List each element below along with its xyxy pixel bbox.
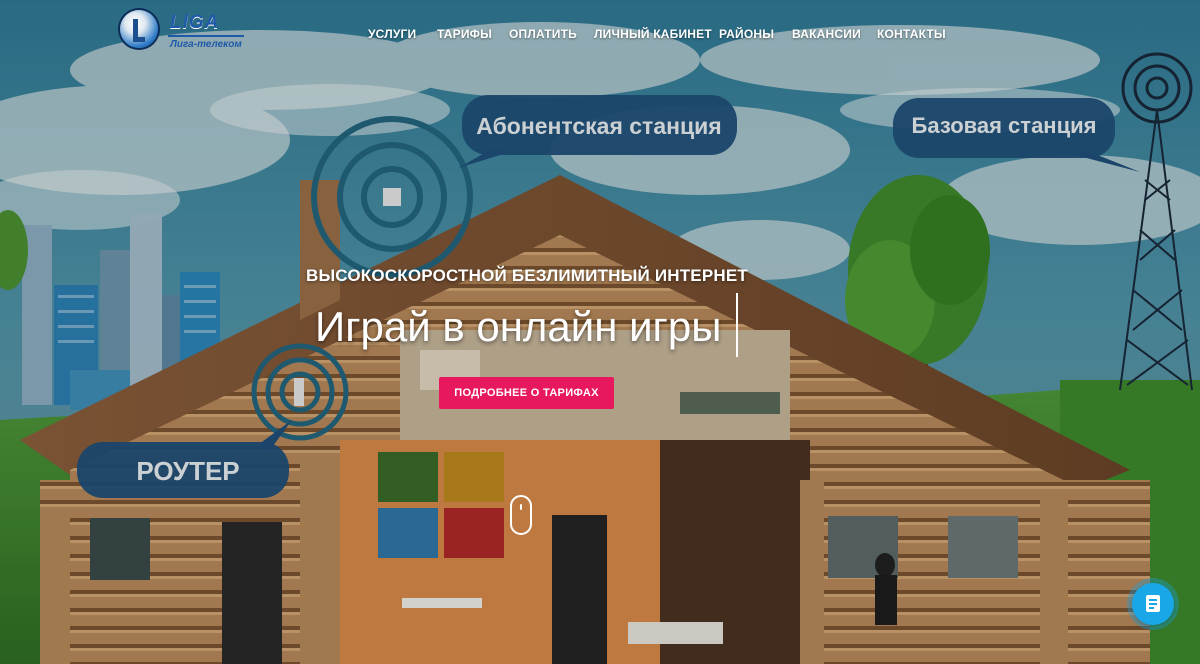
hero-headline: ВЫСОКОСКОРОСТНОЙ БЕЗЛИМИТНЫЙ ИНТЕРНЕТ xyxy=(305,266,748,285)
hero-typed-text: Играй в онлайн игры xyxy=(315,303,722,350)
logo[interactable]: LIGA Лига-телеком xyxy=(118,8,248,54)
nav-item-districts[interactable]: РАЙОНЫ xyxy=(719,27,774,41)
nav-item-personal-account[interactable]: ЛИЧНЫЙ КАБИНЕТ xyxy=(594,27,712,41)
nav-item-contacts[interactable]: КОНТАКТЫ xyxy=(877,27,946,41)
nav-item-pay[interactable]: ОПЛАТИТЬ xyxy=(509,27,577,41)
document-icon xyxy=(1146,595,1160,612)
logo-name: LIGA xyxy=(170,12,220,33)
nav-item-vacancies[interactable]: ВАКАНСИИ xyxy=(792,27,861,41)
logo-mark-icon xyxy=(120,10,158,48)
typing-cursor xyxy=(736,293,738,357)
nav-item-tariffs[interactable]: ТАРИФЫ xyxy=(437,27,492,41)
hero-typed-text-wrap: Играй в онлайн игры xyxy=(315,300,721,356)
mouse-scroll-icon[interactable] xyxy=(510,495,532,535)
chat-widget-button[interactable] xyxy=(1132,583,1174,625)
nav-item-services[interactable]: УСЛУГИ xyxy=(368,27,416,41)
logo-subtitle: Лига-телеком xyxy=(170,39,242,50)
logo-divider xyxy=(168,35,244,37)
tariffs-details-button[interactable]: ПОДРОБНЕЕ О ТАРИФАХ xyxy=(439,377,614,409)
